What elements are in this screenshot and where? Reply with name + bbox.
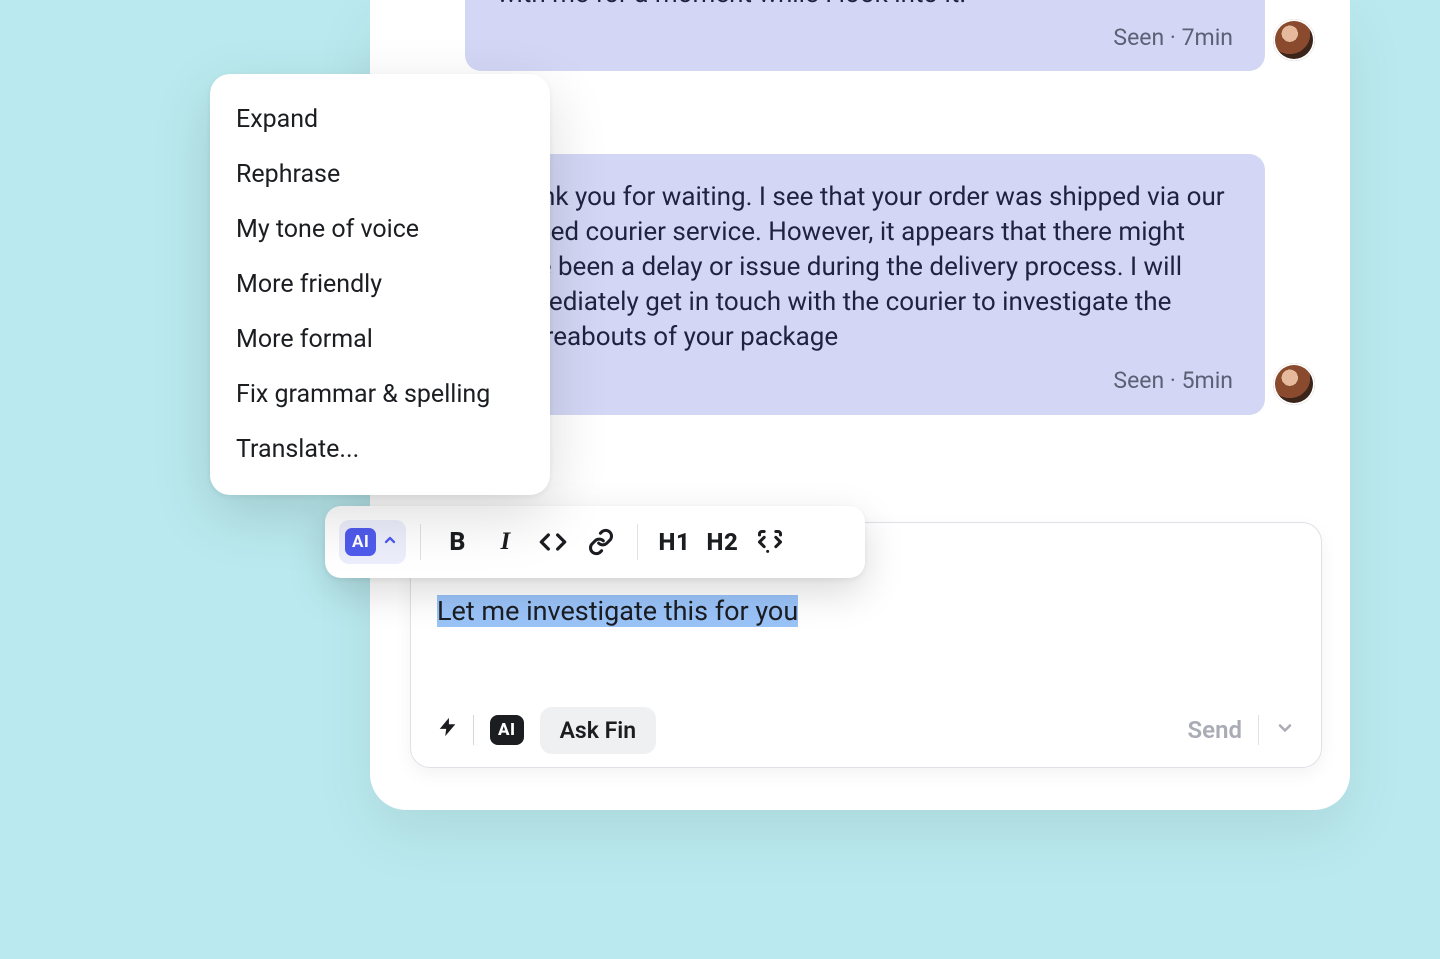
code-block-icon <box>756 528 784 556</box>
ask-fin-button[interactable]: Ask Fin <box>540 707 657 754</box>
code-icon <box>539 528 567 556</box>
ai-menu-expand[interactable]: Expand <box>210 92 550 147</box>
message-status: Seen <box>1113 367 1164 394</box>
link-button[interactable] <box>579 520 623 564</box>
code-block-button[interactable] <box>748 520 792 564</box>
formatting-toolbar: AI B I H1 H2 <box>325 506 865 578</box>
message-bubble: delivered yet. I'll do my best to resolv… <box>465 0 1265 71</box>
message-row: Thank you for waiting. I see that your o… <box>465 154 1265 415</box>
message-status: Seen <box>1113 24 1164 51</box>
message-row: delivered yet. I'll do my best to resolv… <box>465 0 1265 71</box>
ai-menu-grammar[interactable]: Fix grammar & spelling <box>210 367 550 422</box>
ai-menu-translate[interactable]: Translate... <box>210 422 550 477</box>
ai-compose-button[interactable]: AI <box>490 715 524 745</box>
ai-tools-button[interactable]: AI <box>339 520 406 564</box>
italic-button[interactable]: I <box>483 520 527 564</box>
composer-selected-text: Let me investigate this for you <box>437 595 798 627</box>
chevron-down-icon[interactable] <box>1275 718 1295 743</box>
code-button[interactable] <box>531 520 575 564</box>
divider <box>637 524 638 560</box>
avatar[interactable] <box>1273 19 1315 61</box>
ai-menu-friendly[interactable]: More friendly <box>210 257 550 312</box>
message-body: delivered yet. I'll do my best to resolv… <box>497 0 1233 12</box>
message-meta: Seen · 5min <box>497 365 1233 396</box>
bold-button[interactable]: B <box>435 520 479 564</box>
message-meta: Seen · 7min <box>497 22 1233 53</box>
lightning-icon[interactable] <box>437 714 459 747</box>
ai-tools-menu: Expand Rephrase My tone of voice More fr… <box>210 74 550 495</box>
h2-button[interactable]: H2 <box>700 520 744 564</box>
meta-separator: · <box>1164 24 1181 51</box>
divider <box>473 715 474 745</box>
ai-menu-rephrase[interactable]: Rephrase <box>210 147 550 202</box>
ai-menu-tone[interactable]: My tone of voice <box>210 202 550 257</box>
send-button[interactable]: Send <box>1188 716 1242 744</box>
divider <box>420 524 421 560</box>
divider <box>1258 715 1259 745</box>
message-time: 5min <box>1182 367 1233 394</box>
composer-bottom-bar: AI Ask Fin Send <box>411 693 1321 767</box>
composer-input[interactable]: Let me investigate this for you <box>437 595 798 627</box>
chevron-up-icon <box>382 532 398 552</box>
ai-badge-icon: AI <box>345 528 376 556</box>
message-bubble: Thank you for waiting. I see that your o… <box>465 154 1265 415</box>
h1-button[interactable]: H1 <box>652 520 696 564</box>
message-body: Thank you for waiting. I see that your o… <box>497 180 1233 355</box>
link-icon <box>587 528 615 556</box>
meta-separator: · <box>1164 367 1181 394</box>
ai-menu-formal[interactable]: More formal <box>210 312 550 367</box>
send-group: Send <box>1188 715 1295 745</box>
avatar[interactable] <box>1273 363 1315 405</box>
message-time: 7min <box>1182 24 1233 51</box>
